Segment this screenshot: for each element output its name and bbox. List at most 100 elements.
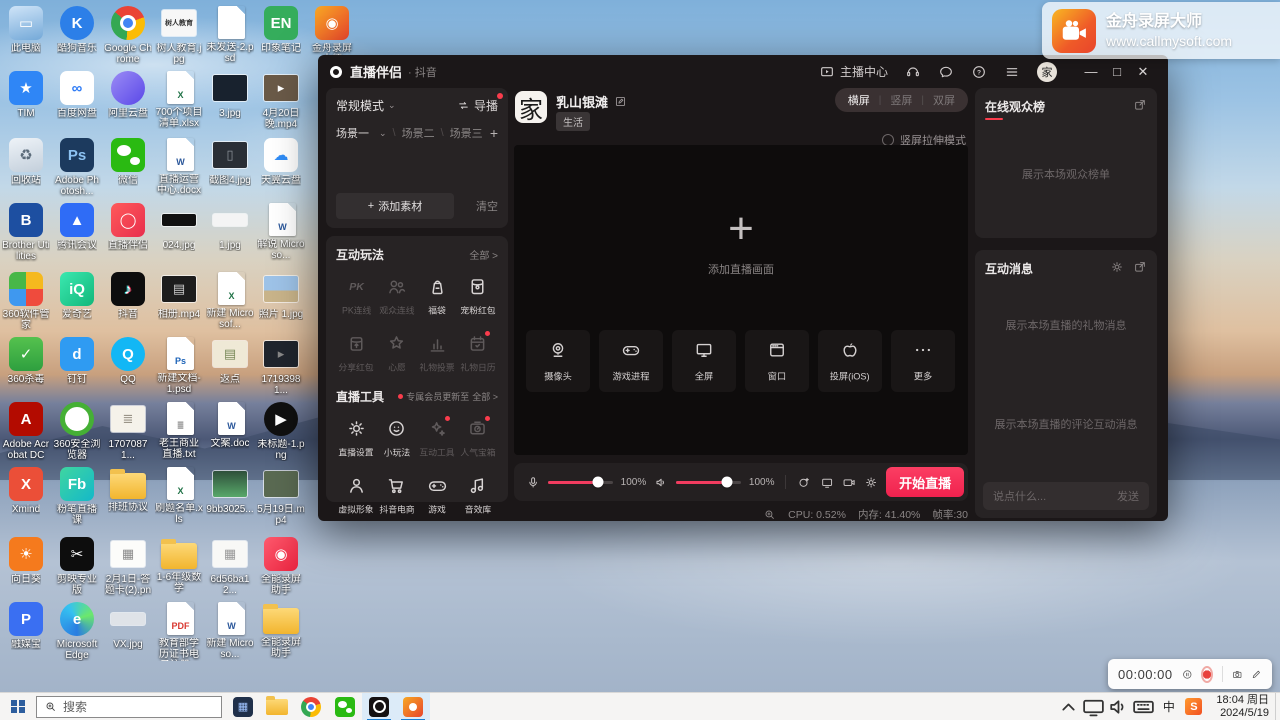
interact-item[interactable]: 宠粉红包 — [458, 276, 499, 317]
clear-button[interactable]: 清空 — [476, 198, 498, 214]
interact-item[interactable]: 心愿 — [377, 333, 418, 374]
desktop-icon[interactable]: ▸17193981... — [257, 337, 305, 396]
add-screen-button[interactable]: + 添加直播画面 — [514, 207, 968, 277]
desktop-icon[interactable]: 树人教育树人教育.jpg — [155, 6, 203, 65]
source-apple[interactable]: 投屏(iOS) — [818, 330, 882, 392]
orientation-1[interactable]: 横屏 — [848, 92, 870, 108]
annotate-button[interactable] — [1251, 666, 1262, 683]
headset-icon[interactable] — [905, 64, 921, 80]
desktop-icon[interactable]: W直播运营中心.docx — [155, 138, 203, 196]
taskbar-app-chrome[interactable] — [294, 693, 328, 720]
source-window[interactable]: 窗口 — [745, 330, 809, 392]
chat-input[interactable]: 说点什么... 发送 — [983, 482, 1149, 510]
tool-item[interactable]: 虚拟形象 — [336, 475, 377, 516]
anchor-center-button[interactable]: 主播中心 — [819, 63, 888, 80]
pause-button[interactable] — [1182, 666, 1193, 683]
desktop-icon[interactable]: ▦2月1日-答题卡(2).png — [104, 537, 152, 597]
desktop-icon[interactable]: QQQ — [104, 337, 152, 385]
desktop-icon[interactable]: ★TIM — [2, 71, 50, 119]
close-button[interactable]: ✕ — [1130, 61, 1156, 83]
interact-all-link[interactable]: 全部 > — [469, 247, 498, 262]
taskbar-clock[interactable]: 18:04 周日 2024/5/19 — [1206, 694, 1275, 719]
desktop-icon[interactable]: EN印象笔记 — [257, 6, 305, 54]
desktop-icon[interactable]: K酷狗音乐 — [53, 6, 101, 54]
user-avatar[interactable]: 家 — [1037, 62, 1057, 82]
desktop-icon[interactable]: X新建 Microsof... — [206, 272, 254, 330]
desktop-icon[interactable]: 排班协议 — [104, 467, 152, 513]
speaker-icon[interactable] — [654, 475, 668, 490]
tool-item[interactable]: 互动工具 — [417, 418, 458, 459]
desktop-icon[interactable]: ▶未标题-1.png — [257, 402, 305, 461]
message-settings-icon[interactable] — [1110, 260, 1124, 274]
scene-tab-2[interactable]: 场景二 — [402, 125, 435, 141]
desktop-icon[interactable]: 024.jpg — [155, 203, 203, 251]
desktop-icon[interactable]: ▤相册.mp4 — [155, 272, 203, 320]
desktop-icon[interactable]: P融媒宝 — [2, 602, 50, 650]
tool-item[interactable]: 抖音电商 — [377, 475, 418, 516]
tool-item[interactable]: 直播设置 — [336, 418, 377, 459]
add-material-button[interactable]: + 添加素材 — [336, 193, 454, 219]
desktop-icon[interactable]: X700个项目清单.xlsx — [155, 71, 203, 129]
desktop-icon[interactable]: X刷题名单.xls — [155, 467, 203, 525]
send-button[interactable]: 发送 — [1117, 488, 1139, 504]
desktop-icon[interactable]: XXmind — [2, 467, 50, 515]
desktop-icon[interactable]: d钉钉 — [53, 337, 101, 385]
source-monitor[interactable]: 全屏 — [672, 330, 736, 392]
virtual-camera-icon[interactable] — [820, 475, 834, 490]
tool-item[interactable]: 人气宝箱 — [458, 418, 499, 459]
touch-keyboard-icon[interactable] — [1131, 693, 1156, 720]
record-button[interactable] — [1201, 666, 1213, 683]
desktop-icon[interactable]: PDF教育部学历证书电子注册... — [155, 602, 203, 661]
desktop-icon[interactable]: Fb粉笔直播课 — [53, 467, 101, 526]
beauty-icon[interactable] — [797, 475, 811, 490]
audience-tab[interactable]: 在线观众榜 — [985, 98, 1045, 115]
interact-item[interactable]: 礼物日历 — [458, 333, 499, 374]
desktop-icon[interactable]: AAdobe Acrobat DC — [2, 402, 50, 461]
desktop-icon[interactable]: ♻回收站 — [2, 138, 50, 186]
settings-gear-icon[interactable] — [864, 475, 878, 490]
source-dots[interactable]: 更多 — [891, 330, 955, 392]
interact-item[interactable]: 观众连线 — [377, 276, 418, 317]
scene-mode-dropdown[interactable]: 常规模式 — [336, 97, 384, 114]
orientation-2[interactable]: 竖屏 — [890, 92, 912, 108]
minimize-button[interactable]: — — [1078, 61, 1104, 83]
desktop-icon[interactable]: ≣17070871... — [104, 402, 152, 461]
popout-icon[interactable] — [1133, 260, 1147, 274]
screenshot-button[interactable] — [1232, 666, 1243, 683]
tools-all-link[interactable]: 全部 > — [472, 390, 498, 403]
feedback-icon[interactable] — [938, 64, 954, 80]
desktop-icon[interactable]: ◉全能录屏助手 — [257, 537, 305, 596]
desktop-icon[interactable]: ◯直播伴侣 — [104, 203, 152, 251]
desktop-icon[interactable]: ♪抖音 — [104, 272, 152, 320]
interact-item[interactable]: 福袋 — [417, 276, 458, 317]
desktop-icon[interactable]: iQ爱奇艺 — [53, 272, 101, 320]
menu-icon[interactable] — [1004, 64, 1020, 80]
desktop-icon[interactable]: eMicrosoft Edge — [53, 602, 101, 661]
sogou-ime-icon[interactable]: S — [1185, 698, 1202, 715]
tray-expand-icon[interactable] — [1056, 693, 1081, 720]
record-camera-icon[interactable] — [842, 475, 856, 490]
desktop-icon[interactable]: ▯截图4.jpg — [206, 138, 254, 186]
desktop-icon[interactable]: PsAdobe Photosh... — [53, 138, 101, 197]
show-desktop-button[interactable] — [1275, 693, 1280, 720]
popout-icon[interactable] — [1133, 98, 1147, 112]
taskbar-app-file-explorer[interactable] — [260, 693, 294, 720]
edit-icon[interactable] — [614, 95, 627, 108]
desktop-icon[interactable]: W文案.doc — [206, 402, 254, 449]
source-webcam[interactable]: 摄像头 — [526, 330, 590, 392]
desktop-icon[interactable]: 阿里云盘 — [104, 71, 152, 119]
desktop-icon[interactable]: ✂剪映专业版 — [53, 537, 101, 596]
zoom-icon[interactable] — [763, 508, 776, 521]
interact-item[interactable]: 分享红包 — [336, 333, 377, 374]
desktop-icon[interactable]: W解说 Microso... — [257, 203, 305, 261]
desktop-icon[interactable]: 360软件管家 — [2, 272, 50, 331]
desktop-icon[interactable]: 5月19日.mp4 — [257, 467, 305, 526]
desktop-icon[interactable]: Google Chrome — [104, 6, 152, 65]
desktop-icon[interactable]: ▭此电脑 — [2, 6, 50, 54]
ime-indicator[interactable]: 中 — [1156, 693, 1181, 720]
mic-volume-slider[interactable] — [548, 481, 612, 484]
taskbar-app-wechat[interactable] — [328, 693, 362, 720]
taskbar-app-pinned-app[interactable]: ▦ — [226, 693, 260, 720]
tool-item[interactable]: 音效库 — [458, 475, 499, 516]
desktop-icon[interactable]: 未发送-2.psd — [206, 6, 254, 64]
